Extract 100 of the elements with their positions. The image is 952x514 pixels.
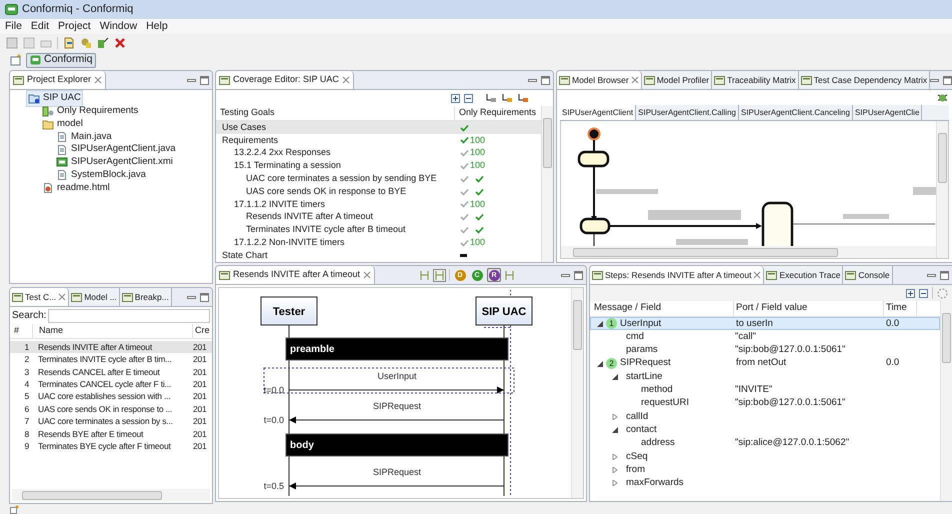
expanded-triangle-icon[interactable] [597,360,603,367]
collapsed-triangle-icon[interactable] [612,480,618,486]
column-header[interactable]: Testing Goals [216,106,454,120]
maximize-icon[interactable] [943,76,952,84]
maximize-icon[interactable] [200,76,209,84]
collapsed-triangle-icon[interactable] [612,414,618,420]
goal-row[interactable]: UAC core terminates a session by sending BYE [216,172,541,186]
message-label: SIPRequest [372,467,422,477]
goal-row[interactable]: 13.2.2.4 2xx Responses 100 [216,146,541,160]
collapsed-triangle-icon[interactable] [612,466,618,473]
export-icon [97,37,109,49]
column-header[interactable]: Cre [192,324,210,338]
view-tab[interactable]: Coverage Editor: SIP UAC [216,71,354,89]
test-case-row[interactable]: 1 Resends INVITE after A timeout 201 [10,341,212,354]
test-case-row[interactable]: 7 UAC core terminates a session by s... 201 [10,415,212,428]
field-name: callId [626,410,648,424]
view-tab[interactable]: Traceability Matrix [712,71,799,89]
search-field[interactable] [48,308,210,322]
view-icon [71,292,82,302]
view-tab[interactable]: Console [843,266,893,284]
view-tab[interactable]: Project Explorer [10,71,106,89]
vertical-scrollbar[interactable] [571,288,583,498]
goal-row[interactable]: UAS core sends OK in response to BYE [216,185,541,198]
diagram-tab[interactable]: SIPUserAgentClient [560,105,636,120]
column-header[interactable]: # [10,324,32,338]
message-arrow[interactable] [288,386,504,394]
view-tab[interactable]: Breakp... [120,288,172,306]
timestamp: t=0.5 [264,481,284,491]
message-arrow[interactable] [288,482,504,490]
view-tab[interactable]: Model ... [69,288,120,306]
field-value: "sip:alice@127.0.0.1:5062" [735,437,850,448]
collapsed-triangle-icon[interactable] [612,454,618,460]
view-icon [845,270,856,280]
goal-row[interactable]: 17.1.1.2 INVITE timers 100 [216,198,541,211]
message-row[interactable]: 1 UserInput to userIn 0.0 [590,317,940,330]
view-tab[interactable]: Test Case Dependency Matrix [798,71,930,89]
file-icon [56,144,68,156]
folder-icon [42,118,54,130]
menu-item[interactable]: File [5,18,22,34]
goal-row[interactable]: Requirements 100 [216,134,541,147]
goal-label: Requirements [222,134,278,145]
test-case-row[interactable]: 5 UAC core establishes session with ... 201 [10,390,212,403]
menu-item[interactable]: Edit [30,18,50,34]
test-case-row[interactable]: 8 Resends BYE after E timeout 201 [10,428,212,440]
vertical-scrollbar[interactable] [541,106,553,262]
coverage-count: 100 [470,134,486,147]
test-case-row[interactable]: 9 Terminates BYE cycle after F timeout 201 [10,440,212,453]
config-icon [42,105,54,118]
expanded-triangle-icon[interactable] [612,427,618,434]
field-value: "call" [735,330,756,342]
lifeline-header[interactable]: Tester [260,296,318,326]
goal-row[interactable]: State Chart [216,249,541,262]
view-tab[interactable]: Model Profiler [642,71,712,89]
column-header[interactable]: Time [883,301,917,316]
expanded-triangle-icon[interactable] [612,374,618,380]
menu-item[interactable]: Project [58,18,91,34]
lifeline-header[interactable]: SIP UAC [476,296,532,326]
goal-row[interactable]: Use Cases [216,121,541,134]
test-case-row[interactable]: 4 Terminates CANCEL cycle after F ti... 201 [10,378,212,391]
field-name: maxForwards [626,476,684,490]
menu-item[interactable]: Window [100,18,138,34]
fragment-bar[interactable]: body [286,434,508,456]
tree-item[interactable]: SIP UAC [26,90,83,107]
perspective-button[interactable]: Conformiq [26,52,96,68]
collapse-all-icon [464,94,473,102]
field-name: contact [626,422,657,437]
vertical-scrollbar[interactable] [936,121,948,258]
horizontal-scrollbar[interactable] [12,489,210,501]
menu-item[interactable]: Help [146,18,168,34]
test-case-row[interactable]: 6 UAS core sends OK in response to ... 201 [10,402,212,416]
test-case-row[interactable]: 3 Resends CANCEL after E timeout 201 [10,366,212,378]
message-row[interactable]: 2 SIPRequest from netOut 0.0 [590,356,940,370]
goal-row[interactable]: 15.1 Terminating a session 100 [216,160,541,172]
column-header[interactable]: Name [32,324,192,338]
vertical-scrollbar[interactable] [940,301,952,501]
column-header[interactable]: Message / Field [590,301,733,316]
maximize-icon[interactable] [940,270,949,280]
coverage-count: 100 [470,146,486,160]
view-tab[interactable]: Steps: Resends INVITE after A timeout [590,266,764,284]
maximize-icon[interactable] [541,76,550,84]
view-tab[interactable]: Model Browser [557,71,642,89]
test-case-row[interactable]: 2 Terminates INVITE cycle after B tim... 201 [10,353,212,366]
maximize-icon[interactable] [200,292,209,302]
diagram-tab[interactable]: SIPUserAgentClient.Canceling [738,105,853,120]
column-header[interactable]: Only Requirements [454,106,536,120]
column-header[interactable]: Port / Field value [733,301,883,316]
maximize-icon[interactable] [574,270,583,280]
view-tab[interactable]: Resends INVITE after A timeout [216,266,376,284]
horizontal-scrollbar[interactable] [561,246,936,258]
goal-row[interactable]: Terminates INVITE cycle after B timeout [216,224,541,236]
message-arrow[interactable] [288,416,504,424]
file-icon [56,130,68,143]
diagram-tab[interactable]: SIPUserAgentClie [852,105,922,120]
goal-row[interactable]: 17.1.2.2 Non-INVITE timers 100 [216,236,541,250]
view-tab[interactable]: Execution Trace [764,266,844,284]
diagram-tab[interactable]: SIPUserAgentClient.Calling [636,105,739,120]
fragment-bar[interactable]: preamble [286,338,508,360]
view-tab[interactable]: Test C... [10,288,70,306]
goal-row[interactable]: Resends INVITE after A timeout [216,210,541,224]
expanded-triangle-icon[interactable] [597,320,603,327]
